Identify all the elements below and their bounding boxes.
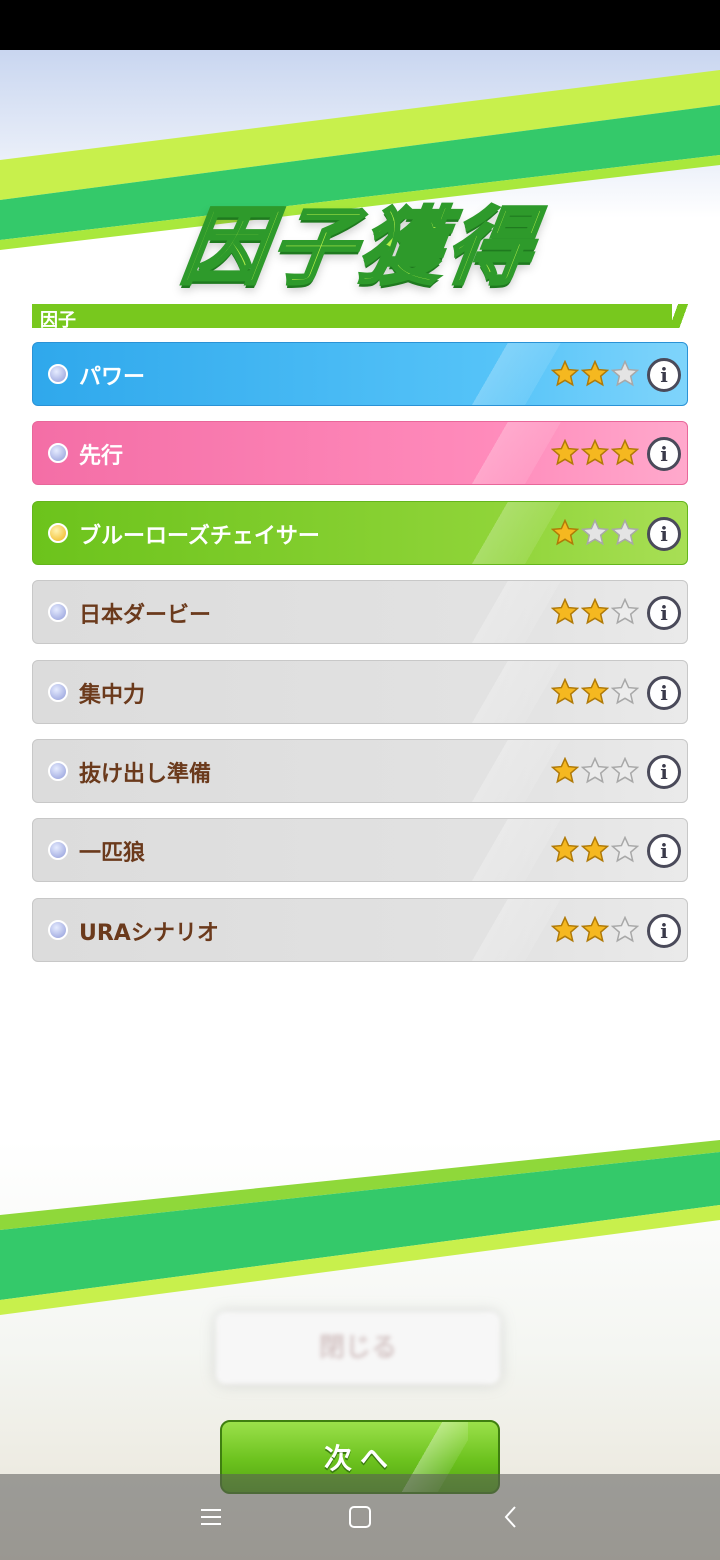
star-filled-icon [551,915,579,943]
factor-stars [551,836,641,866]
page-title-wrap: 因子獲得 [0,180,720,298]
factor-row[interactable]: パワー i [32,342,688,406]
star-filled-icon [551,836,579,863]
star-filled-icon [551,756,579,784]
android-nav-bar [0,1474,720,1560]
factor-stars [551,677,641,708]
info-icon[interactable]: i [647,596,681,631]
info-icon[interactable]: i [647,913,681,948]
star-filled-icon [551,598,579,625]
factor-row[interactable]: 抜け出し準備 i [32,738,688,803]
factor-stars [551,915,641,946]
factor-row[interactable]: 先行 i [32,421,688,486]
info-icon[interactable]: i [647,516,681,551]
factor-dot-icon [48,840,68,861]
section-header: 因子 [32,304,688,331]
home-icon[interactable] [347,1504,373,1530]
factor-name: 日本ダービー [79,603,212,629]
factor-dot-icon [48,364,68,384]
menu-icon[interactable] [198,1504,224,1530]
star-empty-icon [581,756,609,784]
star-empty-icon [611,836,639,863]
factor-row[interactable]: URAシナリオ i [32,897,688,962]
factor-stars [551,756,641,787]
star-filled-icon [581,677,609,704]
star-filled-icon [551,360,579,387]
factor-dot-icon [48,602,68,623]
star-filled-icon [551,518,579,546]
factor-row[interactable]: 集中力 i [32,659,688,724]
factor-stars [551,598,641,628]
factor-dot-icon [48,443,68,464]
info-icon[interactable]: i [647,834,681,869]
info-icon[interactable]: i [647,754,681,789]
factor-stars [551,518,641,549]
page-title: 因子獲得 [175,197,544,298]
star-filled-icon [581,836,609,863]
factor-dot-icon [48,681,68,702]
star-empty-icon [611,915,639,943]
factor-dot-icon [48,522,68,543]
factor-name: 集中力 [79,682,146,708]
star-filled-icon [581,439,609,466]
star-filled-icon [581,915,609,943]
status-bar [0,0,720,50]
star-empty-icon [611,677,639,704]
factor-list: パワー i 先行 i ブルーローズチェイサー i 日本ダービー i 集中力 i 抜け出し準備 i 一匹狼… [32,342,688,977]
info-icon[interactable]: i [647,358,681,392]
next-button-label: 次へ [323,1442,396,1475]
factor-stars [551,439,641,469]
back-icon[interactable] [498,1504,524,1530]
star-empty-icon [581,518,609,546]
factor-dot-icon [48,919,68,940]
star-filled-icon [551,677,579,704]
info-icon[interactable]: i [647,437,681,472]
factor-name: 先行 [79,444,124,470]
factor-row[interactable]: ブルーローズチェイサー i [32,500,688,565]
star-empty-icon [611,598,639,625]
factor-name: 一匹狼 [79,841,146,867]
factor-name: URAシナリオ [79,920,219,946]
factor-name: パワー [79,365,146,390]
close-button-blurred: 閉じる [216,1312,500,1384]
factor-row[interactable]: 一匹狼 i [32,818,688,883]
star-empty-icon [611,518,639,546]
factor-dot-icon [48,760,68,781]
section-label: 因子 [40,310,76,331]
factor-stars [551,360,641,390]
star-filled-icon [581,360,609,387]
info-icon[interactable]: i [647,675,681,710]
star-empty-icon [611,360,639,387]
star-filled-icon [611,439,639,466]
star-filled-icon [581,598,609,625]
section-slash-decoration [668,304,688,328]
star-filled-icon [551,439,579,466]
footer-stripes [0,1140,720,1315]
factor-name: ブルーローズチェイサー [79,523,320,549]
factor-row[interactable]: 日本ダービー i [32,580,688,645]
factor-name: 抜け出し準備 [79,761,212,787]
star-empty-icon [611,756,639,784]
